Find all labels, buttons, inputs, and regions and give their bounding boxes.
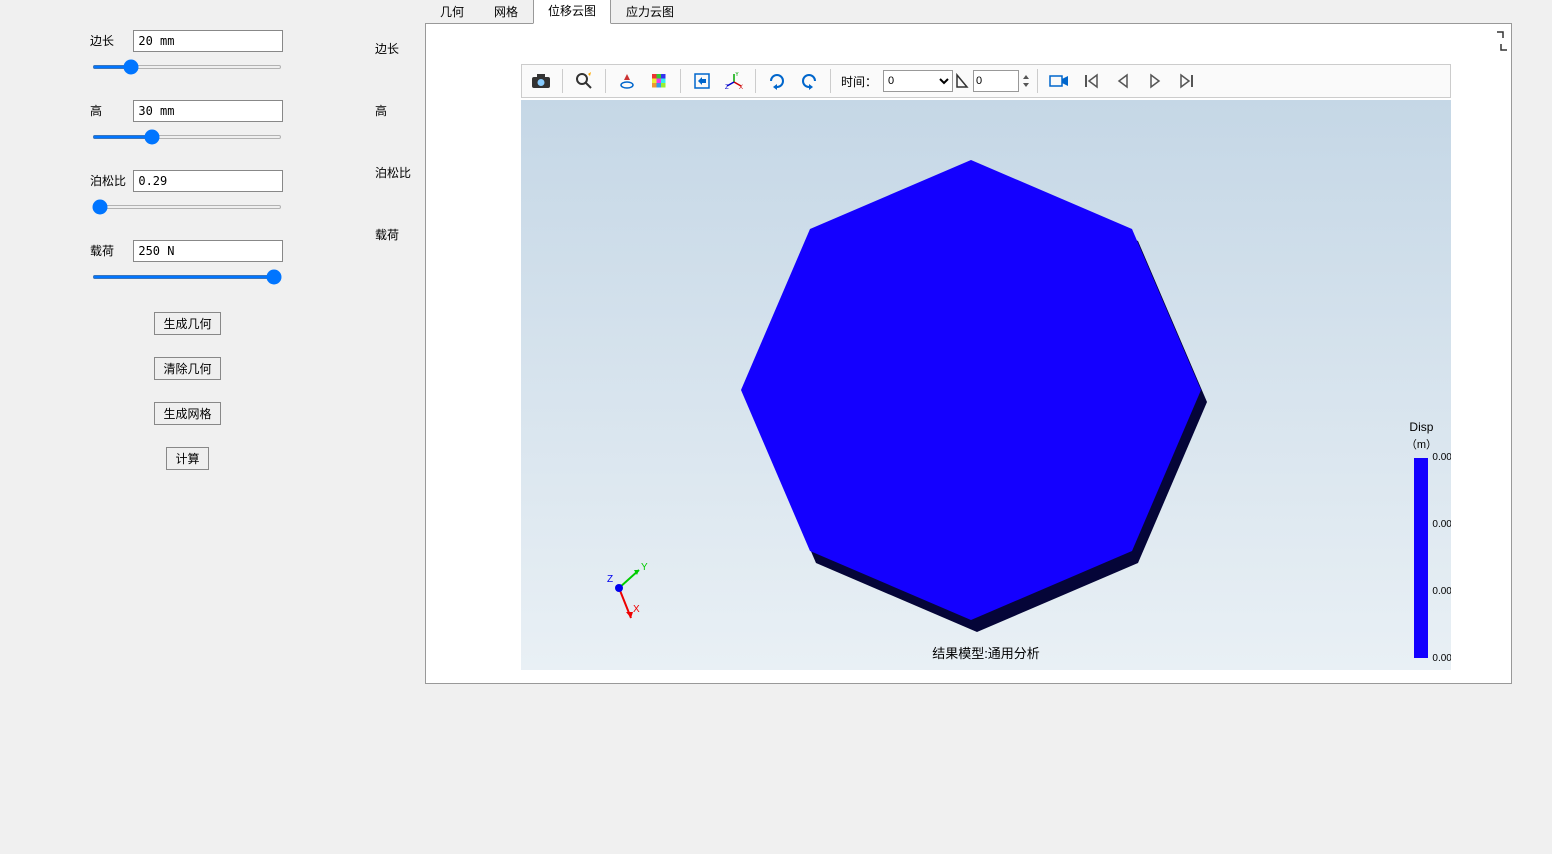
tab-mesh[interactable]: 网格 [479, 0, 533, 24]
brush-icon[interactable] [612, 67, 642, 95]
mirror-load-label: 载荷 [375, 224, 425, 286]
parameter-panel: 边长 高 泊松比 载荷 生成几何 清除几何 生成网格 计算 [0, 0, 375, 854]
poisson-slider[interactable] [92, 205, 282, 209]
rotate-ccw-icon[interactable] [794, 67, 824, 95]
viewport-3d[interactable]: Y X Z Disp （m） 0.000e+00 [521, 100, 1451, 670]
tab-strip: 几何 网格 位移云图 应力云图 [425, 0, 1512, 24]
param-load: 载荷 [90, 240, 345, 282]
load-input[interactable] [133, 240, 283, 262]
tab-geometry[interactable]: 几何 [425, 0, 479, 24]
load-slider[interactable] [92, 275, 282, 279]
result-title: 结果模型:通用分析 [521, 643, 1451, 662]
axis-view-icon[interactable]: Y X Z [719, 67, 749, 95]
svg-text:X: X [633, 604, 640, 615]
clear-geometry-button[interactable]: 清除几何 [154, 357, 220, 380]
spinner-icon[interactable] [1021, 71, 1031, 91]
poisson-input[interactable] [133, 170, 283, 192]
svg-text:Y: Y [641, 562, 648, 573]
angle-icon [955, 71, 971, 91]
tab-displacement[interactable]: 位移云图 [533, 0, 611, 24]
first-frame-icon[interactable] [1076, 67, 1106, 95]
mirror-labels: 边长 高 泊松比 载荷 [375, 0, 425, 854]
height-label: 高 [90, 102, 130, 119]
svg-text:Y: Y [735, 72, 739, 78]
play-icon[interactable] [1140, 67, 1170, 95]
time-select[interactable]: 0 [883, 70, 953, 92]
last-frame-icon[interactable] [1172, 67, 1202, 95]
mirror-poisson-label: 泊松比 [375, 162, 425, 224]
param-height: 高 [90, 100, 345, 142]
legend-tick: 0.000e+00 [1432, 586, 1451, 597]
color-legend: Disp （m） 0.000e+00 0.000e+00 0.000e+00 0… [1406, 420, 1437, 658]
poisson-label: 泊松比 [90, 172, 130, 189]
edge-input[interactable] [133, 30, 283, 52]
time-input[interactable] [973, 70, 1019, 92]
legend-tick: 0.000e+00 [1432, 519, 1451, 530]
fit-view-icon[interactable] [687, 67, 717, 95]
rotate-cw-icon[interactable] [762, 67, 792, 95]
viewer-toolbar: Y X Z 时间： 0 [521, 64, 1451, 98]
legend-unit: （m） [1406, 436, 1437, 452]
svg-text:Z: Z [725, 85, 729, 90]
height-slider[interactable] [92, 135, 282, 139]
legend-title: Disp [1406, 420, 1437, 434]
mirror-edge-label: 边长 [375, 38, 425, 100]
expand-icon[interactable] [1495, 28, 1509, 54]
edge-label: 边长 [90, 32, 130, 49]
compute-button[interactable]: 计算 [166, 447, 208, 470]
legend-tick: 0.000e+00 [1432, 452, 1451, 463]
generate-geometry-button[interactable]: 生成几何 [154, 312, 220, 335]
mirror-height-label: 高 [375, 100, 425, 162]
colormap-icon[interactable] [644, 67, 674, 95]
param-edge: 边长 [90, 30, 345, 72]
model-octagon [741, 160, 1201, 620]
param-poisson: 泊松比 [90, 170, 345, 212]
edge-slider[interactable] [92, 65, 282, 69]
zoom-icon[interactable] [569, 67, 599, 95]
viewer-frame: Y X Z 时间： 0 [425, 24, 1512, 684]
tab-stress[interactable]: 应力云图 [611, 0, 689, 24]
svg-text:Z: Z [607, 574, 613, 585]
height-input[interactable] [133, 100, 283, 122]
load-label: 载荷 [90, 242, 130, 259]
prev-frame-icon[interactable] [1108, 67, 1138, 95]
axis-triad: Y X Z [601, 560, 661, 630]
record-icon[interactable] [1044, 67, 1074, 95]
time-label: 时间： [841, 73, 877, 90]
generate-mesh-button[interactable]: 生成网格 [154, 402, 220, 425]
svg-text:X: X [739, 85, 743, 90]
camera-icon[interactable] [526, 67, 556, 95]
